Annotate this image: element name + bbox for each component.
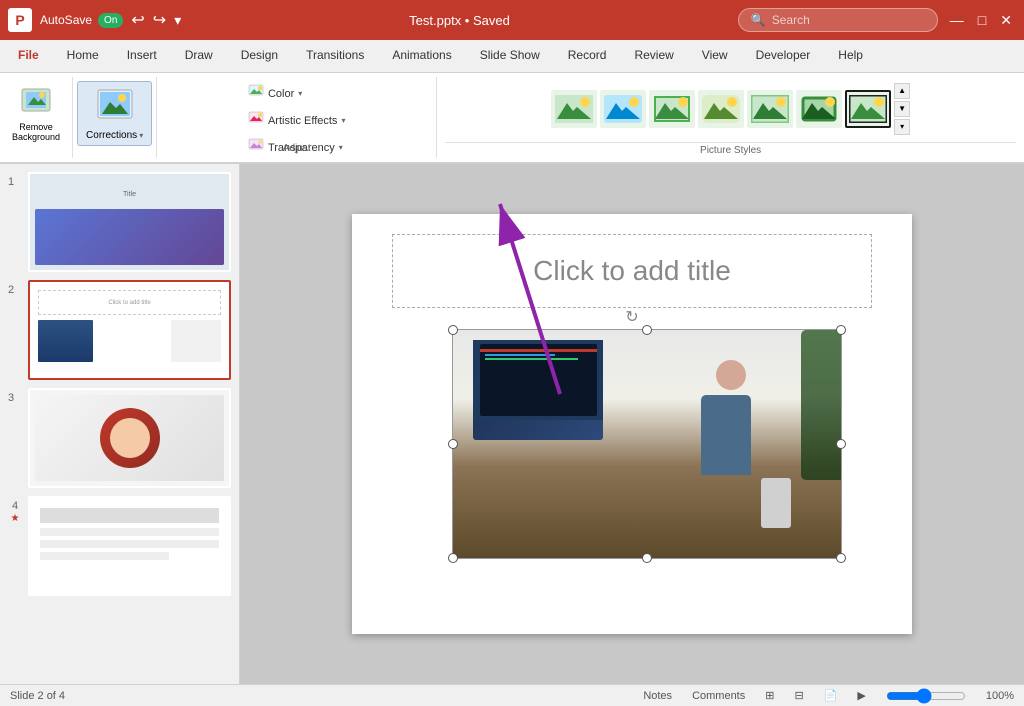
tab-help[interactable]: Help (824, 40, 877, 72)
maximize-button[interactable]: □ (974, 10, 990, 30)
color-icon (248, 84, 264, 103)
search-icon: 🔍 (751, 13, 766, 27)
remove-background-button[interactable]: RemoveBackground (4, 81, 68, 147)
group-corrections: Corrections ▾ (73, 77, 157, 158)
style-swatch-3[interactable] (649, 90, 695, 128)
style-swatch-7[interactable] (845, 90, 891, 128)
handle-bl[interactable] (448, 553, 458, 563)
slide-title-placeholder[interactable]: Click to add title ↻ (392, 234, 872, 308)
slide-thumb-4[interactable]: 4 ★ (8, 496, 231, 596)
scroll-down-button[interactable]: ▼ (894, 101, 910, 117)
style-swatch-1[interactable] (551, 90, 597, 128)
handle-tm[interactable] (642, 325, 652, 335)
tab-design[interactable]: Design (227, 40, 292, 72)
slide-num-4: 4 ★ (8, 500, 22, 524)
main-container: 1 Title 2 Click to add title (0, 164, 1024, 684)
quick-access-more[interactable]: ▾ (174, 12, 181, 29)
group-picture-styles: ▲ ▼ ▾ Picture Styles (437, 77, 1024, 158)
autosave-toggle[interactable]: On (98, 13, 123, 28)
slides-panel: 1 Title 2 Click to add title (0, 164, 240, 684)
scroll-more-button[interactable]: ▾ (894, 119, 910, 135)
picture-styles-label: Picture Styles (445, 142, 1016, 158)
tab-slideshow[interactable]: Slide Show (466, 40, 554, 72)
tab-draw[interactable]: Draw (171, 40, 227, 72)
autosave-area: AutoSave On (40, 13, 123, 28)
window-controls: — □ ✕ (946, 10, 1016, 31)
view-slide-sorter-icon[interactable]: ⊟ (794, 689, 803, 702)
style-swatch-6[interactable] (796, 90, 842, 128)
tab-animations[interactable]: Animations (378, 40, 465, 72)
handle-tr[interactable] (836, 325, 846, 335)
corrections-icon (94, 86, 136, 128)
style-swatch-4[interactable] (698, 90, 744, 128)
tab-file[interactable]: File (4, 40, 53, 72)
style-swatch-5[interactable] (747, 90, 793, 128)
zoom-slider[interactable] (886, 688, 966, 704)
status-bar: Slide 2 of 4 Notes Comments ⊞ ⊟ 📄 ▶ 100% (0, 684, 1024, 706)
remove-bg-items: RemoveBackground (4, 77, 68, 158)
slide-num-2: 2 (8, 284, 22, 296)
app-logo: P (8, 8, 32, 32)
remove-bg-label: RemoveBackground (12, 123, 60, 143)
slide-num-3: 3 (8, 392, 22, 404)
corrections-button[interactable]: Corrections ▾ (77, 81, 152, 146)
group-remove-bg: RemoveBackground (0, 77, 73, 158)
search-box[interactable]: 🔍 Search (738, 8, 938, 32)
artistic-effects-button[interactable]: Artistic Effects ▾ (242, 108, 352, 133)
tab-home[interactable]: Home (53, 40, 113, 72)
ribbon-content: RemoveBackground Corr (0, 73, 1024, 163)
handle-mr[interactable] (836, 439, 846, 449)
canvas-area: Click to add title ↻ (240, 164, 1024, 684)
tab-transitions[interactable]: Transitions (292, 40, 378, 72)
corrections-items: Corrections ▾ (77, 77, 152, 158)
corrections-dropdown-arrow: ▾ (139, 131, 143, 140)
group-adjust: Color ▾ Artistic Effects ▾ (157, 77, 437, 158)
tab-record[interactable]: Record (554, 40, 621, 72)
selected-image[interactable] (452, 329, 842, 559)
handle-br[interactable] (836, 553, 846, 563)
slide-thumb-3[interactable]: 3 (8, 388, 231, 488)
tab-review[interactable]: Review (620, 40, 687, 72)
adjust-group-label: Adjust (157, 141, 436, 156)
scroll-up-button[interactable]: ▲ (894, 83, 910, 99)
filename-display: Test.pptx • Saved (189, 13, 730, 28)
slide-num-1: 1 (8, 176, 22, 188)
slide-thumb-1[interactable]: 1 Title (8, 172, 231, 272)
artistic-effects-icon (248, 111, 264, 130)
title-bar: P AutoSave On ↩ ↪ ▾ Test.pptx • Saved 🔍 … (0, 0, 1024, 40)
slide-preview-4[interactable] (28, 496, 231, 596)
close-button[interactable]: ✕ (996, 10, 1016, 31)
style-scroll-arrows: ▲ ▼ ▾ (894, 83, 910, 135)
tab-view[interactable]: View (688, 40, 742, 72)
corrections-label: Corrections ▾ (86, 130, 143, 141)
view-reading-icon[interactable]: 📄 (824, 689, 838, 702)
slide-preview-3[interactable] (28, 388, 231, 488)
handle-bm[interactable] (642, 553, 652, 563)
handle-tl[interactable] (448, 325, 458, 335)
artistic-effects-dropdown-arrow: ▾ (341, 116, 345, 125)
undo-button[interactable]: ↩ (131, 10, 144, 30)
view-normal-icon[interactable]: ⊞ (765, 689, 774, 702)
tab-developer[interactable]: Developer (742, 40, 825, 72)
style-swatch-2[interactable] (600, 90, 646, 128)
minimize-button[interactable]: — (946, 10, 968, 30)
ribbon-tabs: File Home Insert Draw Design Transitions… (0, 40, 1024, 73)
toggle-state: On (104, 15, 117, 26)
rotate-icon: ↻ (625, 307, 638, 327)
view-slideshow-icon[interactable]: ▶ (857, 689, 865, 702)
slide-thumb-2[interactable]: 2 Click to add title (8, 280, 231, 380)
ribbon: File Home Insert Draw Design Transitions… (0, 40, 1024, 164)
slide-preview-1[interactable]: Title (28, 172, 231, 272)
handle-ml[interactable] (448, 439, 458, 449)
slide-preview-2[interactable]: Click to add title (28, 280, 231, 380)
redo-button[interactable]: ↪ (153, 10, 166, 30)
remove-bg-icon (18, 85, 54, 121)
color-button[interactable]: Color ▾ (242, 81, 308, 106)
artistic-effects-label: Artistic Effects (268, 115, 337, 127)
slide-canvas: Click to add title ↻ (352, 214, 912, 634)
tab-insert[interactable]: Insert (113, 40, 171, 72)
color-dropdown-arrow: ▾ (298, 89, 302, 98)
autosave-label: AutoSave (40, 13, 92, 27)
color-label: Color (268, 88, 294, 100)
